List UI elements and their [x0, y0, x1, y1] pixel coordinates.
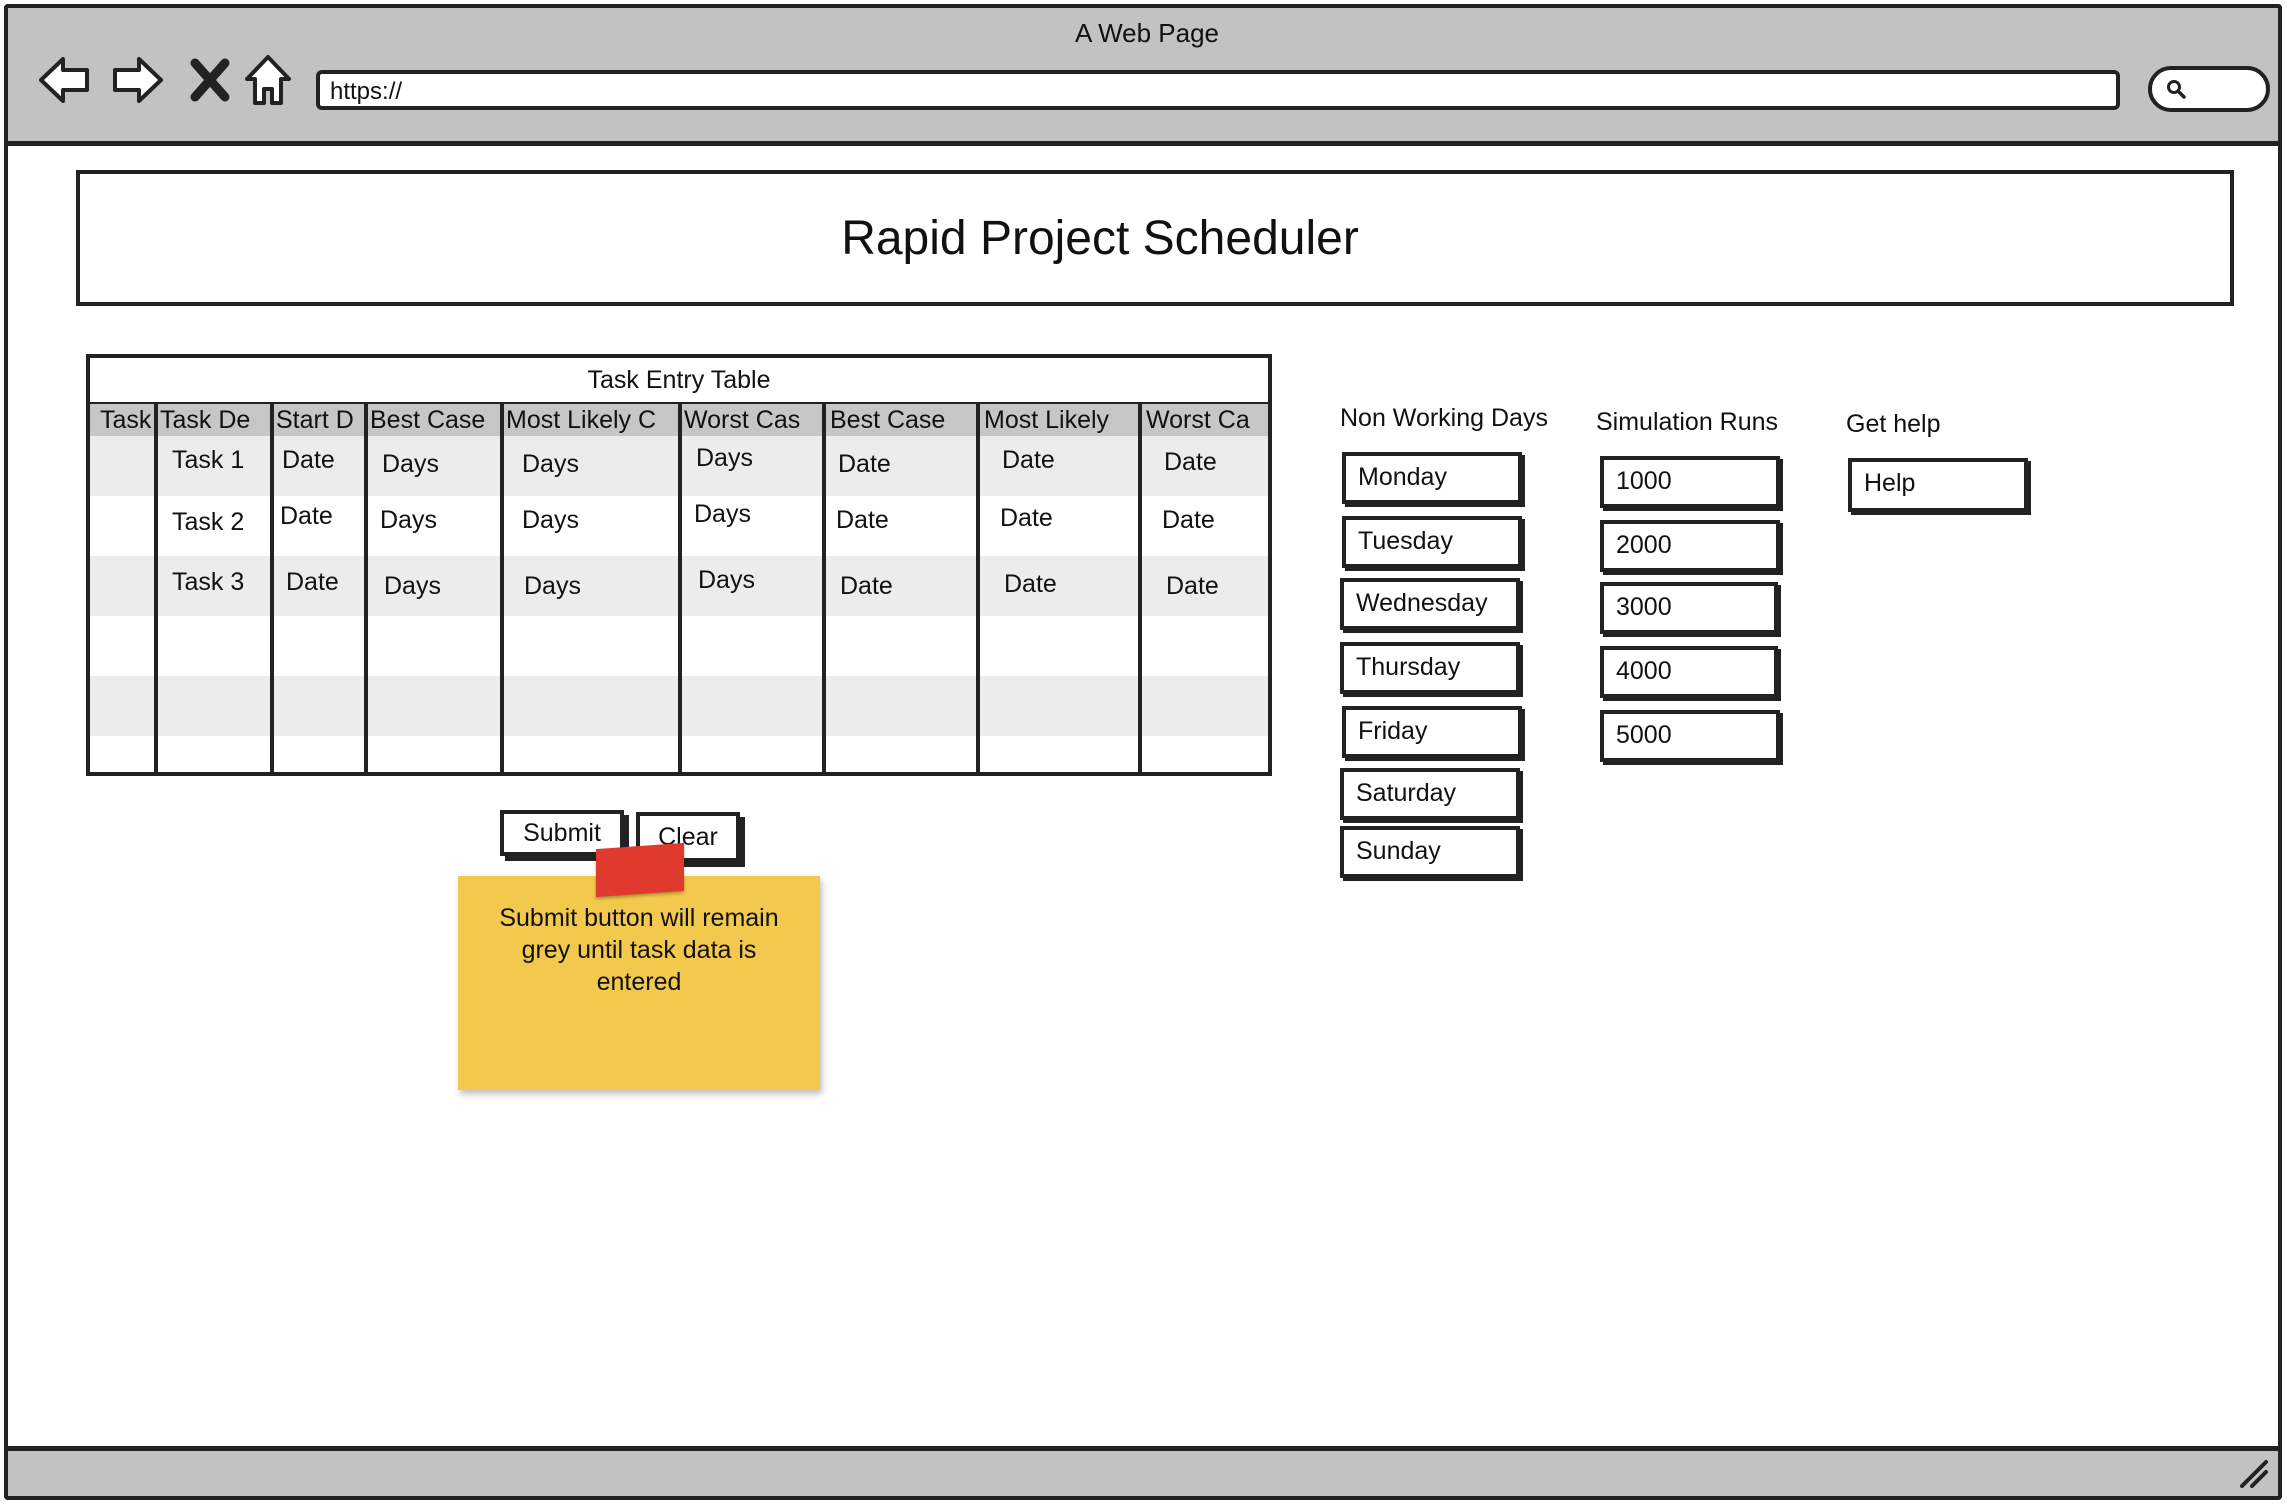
search-icon — [2167, 80, 2186, 99]
tape-icon — [596, 842, 684, 898]
column-header-start-date: Start D — [276, 406, 354, 434]
table-cell[interactable]: Date — [1164, 448, 1217, 477]
non-working-days-label: Non Working Days — [1340, 404, 1548, 432]
table-cell[interactable]: Date — [836, 506, 889, 535]
column-header-best-case-date: Best Case — [830, 406, 946, 434]
back-arrow-icon[interactable] — [32, 48, 96, 112]
window-title: A Web Page — [1074, 18, 1220, 48]
page-title-banner: Rapid Project Scheduler — [76, 170, 2234, 306]
browser-toolbar: A Web Page https:// — [4, 4, 2282, 146]
column-header-task-description: Task De — [160, 406, 251, 434]
table-cell[interactable]: Date — [1004, 570, 1057, 599]
table-caption: Task Entry Table — [86, 354, 1272, 406]
table-cell[interactable]: Days — [522, 506, 579, 535]
table-cell[interactable]: Days — [380, 506, 437, 535]
table-cell[interactable]: Days — [384, 572, 441, 601]
task-entry-table: Task Task De Start D Best Case Most Like… — [86, 404, 1272, 776]
table-cell[interactable]: Date — [840, 572, 893, 601]
table-cell[interactable]: Date — [838, 450, 891, 479]
forward-arrow-icon[interactable] — [106, 48, 170, 112]
help-button[interactable]: Help — [1848, 458, 2028, 512]
table-cell[interactable]: Days — [522, 450, 579, 479]
simulation-option-1000[interactable]: 1000 — [1600, 456, 1780, 508]
day-option-monday[interactable]: Monday — [1342, 452, 1522, 504]
page-title: Rapid Project Scheduler — [841, 211, 1359, 265]
column-header-most-likely-date: Most Likely — [984, 406, 1110, 434]
table-cell[interactable]: Date — [280, 502, 333, 531]
home-icon[interactable] — [236, 48, 300, 112]
sticky-note-text: Submit button will remain grey until tas… — [499, 904, 779, 996]
resize-grip-icon[interactable] — [2236, 1456, 2270, 1490]
table-cell[interactable]: Days — [694, 500, 751, 529]
table-cell[interactable]: Task 2 — [172, 508, 244, 537]
day-option-sunday[interactable]: Sunday — [1340, 826, 1520, 878]
table-cell[interactable]: Days — [382, 450, 439, 479]
table-cell[interactable]: Date — [1162, 506, 1215, 535]
simulation-option-2000[interactable]: 2000 — [1600, 520, 1780, 572]
status-bar — [4, 1446, 2282, 1500]
simulation-option-4000[interactable]: 4000 — [1600, 646, 1778, 698]
column-header-task: Task — [100, 406, 152, 434]
search-field[interactable] — [2148, 66, 2270, 112]
table-cell[interactable]: Date — [1166, 572, 1219, 601]
table-cell[interactable]: Date — [282, 446, 335, 475]
table-cell[interactable]: Days — [698, 566, 755, 595]
table-cell[interactable]: Task 3 — [172, 568, 244, 597]
sticky-note: Submit button will remain grey until tas… — [458, 876, 820, 1090]
day-option-tuesday[interactable]: Tuesday — [1342, 516, 1522, 568]
table-cell[interactable]: Days — [524, 572, 581, 601]
column-header-worst-case-days: Worst Cas — [684, 406, 801, 434]
simulation-option-3000[interactable]: 3000 — [1600, 582, 1778, 634]
close-icon[interactable] — [178, 48, 242, 112]
simulation-option-5000[interactable]: 5000 — [1600, 710, 1780, 762]
table-cell[interactable]: Days — [696, 444, 753, 473]
day-option-thursday[interactable]: Thursday — [1340, 642, 1520, 694]
day-option-saturday[interactable]: Saturday — [1340, 768, 1520, 820]
table-cell[interactable]: Date — [1000, 504, 1053, 533]
get-help-label: Get help — [1846, 410, 1941, 438]
column-header-worst-case-date: Worst Ca — [1146, 406, 1250, 434]
column-header-most-likely-days: Most Likely C — [506, 406, 657, 434]
table-cell[interactable]: Task 1 — [172, 446, 244, 475]
day-option-friday[interactable]: Friday — [1342, 706, 1522, 758]
simulation-runs-label: Simulation Runs — [1596, 408, 1779, 436]
table-cell[interactable]: Date — [1002, 446, 1055, 475]
column-header-best-case-days: Best Case — [370, 406, 486, 434]
url-bar[interactable]: https:// — [316, 70, 2120, 110]
table-cell[interactable]: Date — [286, 568, 339, 597]
day-option-wednesday[interactable]: Wednesday — [1340, 578, 1520, 630]
